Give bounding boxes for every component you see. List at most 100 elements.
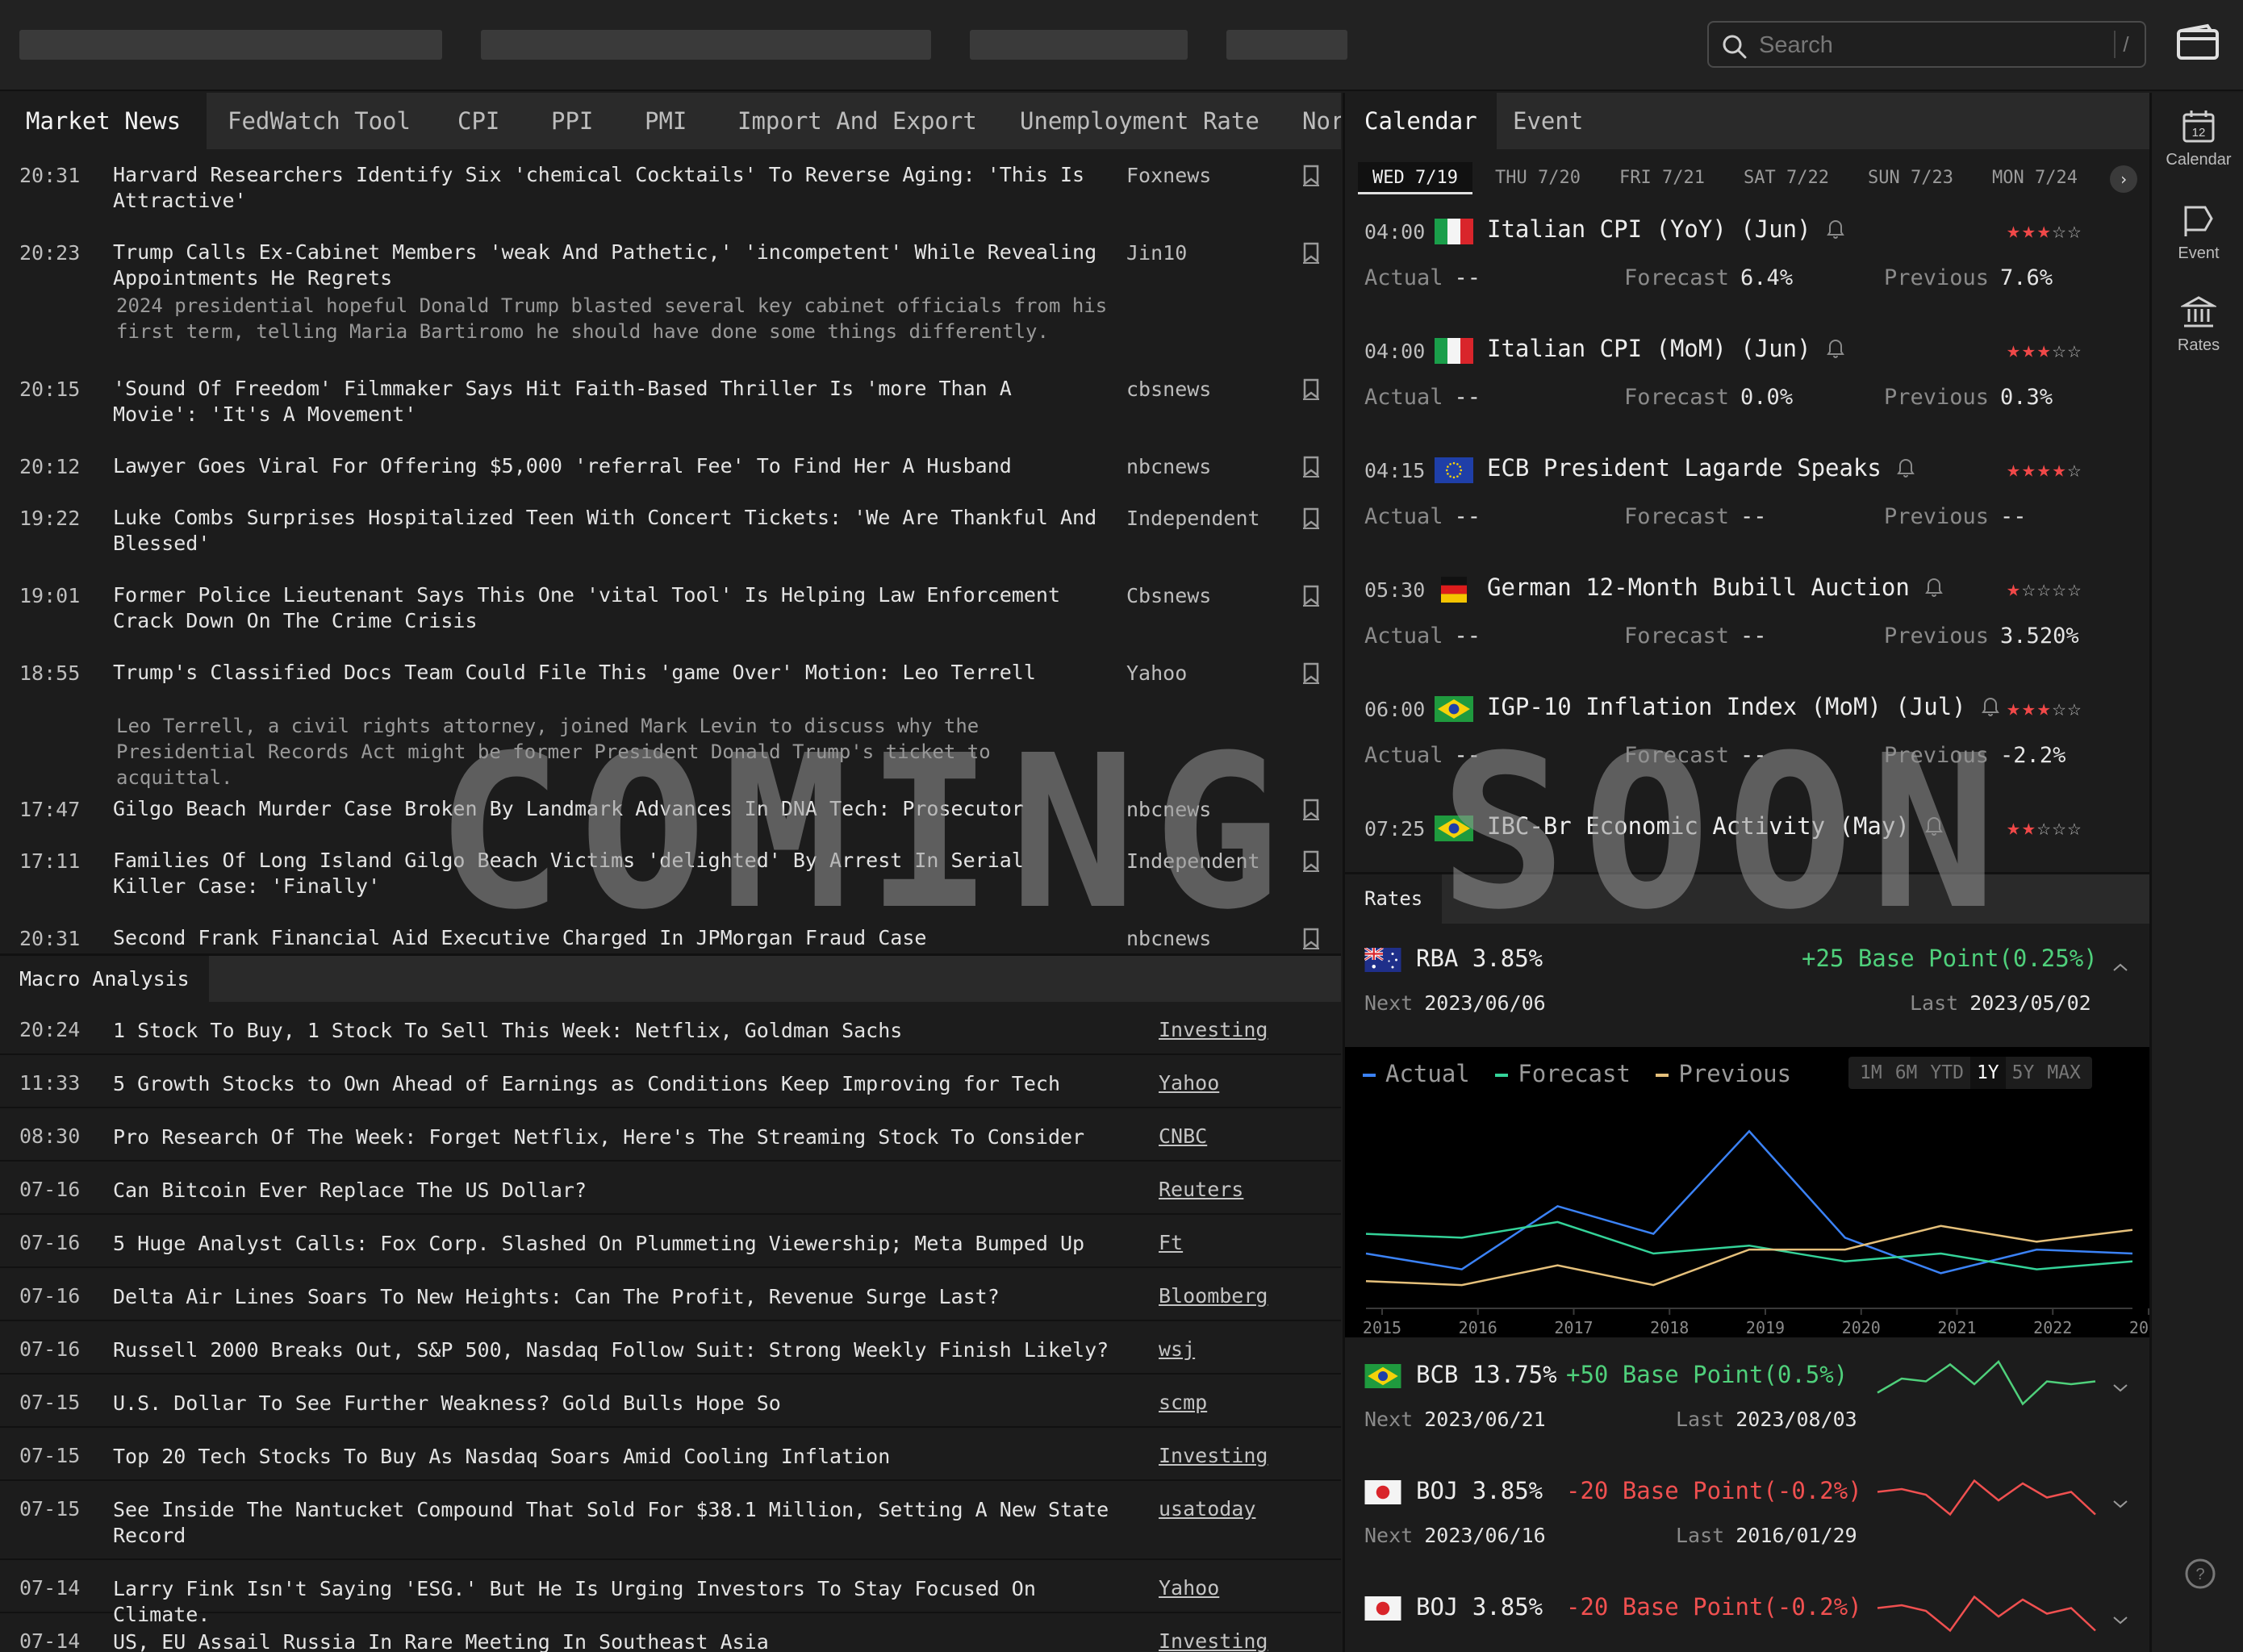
news-title[interactable]: 'Sound Of Freedom' Filmmaker Says Hit Fa…: [113, 376, 1105, 428]
day-tab[interactable]: THU 7/20: [1495, 162, 1581, 194]
macro-source-link[interactable]: Yahoo: [1159, 1071, 1219, 1095]
tab-overflow[interactable]: Nor: [1302, 93, 1341, 149]
bookmark-icon[interactable]: [1302, 849, 1320, 875]
event-name[interactable]: Italian CPI (YoY) (Jun): [1487, 215, 1845, 244]
event-row[interactable]: 04:00 Italian CPI (MoM) (Jun) ★★★☆☆ Actual -…: [1345, 320, 2149, 440]
nav-placeholder-4[interactable]: [1226, 30, 1347, 60]
day-tab[interactable]: FRI 7/21: [1619, 162, 1705, 194]
macro-title[interactable]: Top 20 Tech Stocks To Buy As Nasdaq Soar…: [113, 1444, 1130, 1470]
macro-source-link[interactable]: Investing: [1159, 1018, 1268, 1041]
rate-row[interactable]: BOJ 3.85% -20 Base Point(-0.2%): [1345, 1574, 2149, 1652]
macro-source-link[interactable]: CNBC: [1159, 1124, 1207, 1148]
help-icon[interactable]: ?: [2184, 1558, 2216, 1593]
macro-source-link[interactable]: wsj: [1159, 1337, 1195, 1361]
bookmark-icon[interactable]: [1302, 661, 1320, 687]
macro-title[interactable]: 5 Huge Analyst Calls: Fox Corp. Slashed …: [113, 1231, 1130, 1257]
legend-forecast[interactable]: Forecast: [1495, 1060, 1631, 1087]
rail-event[interactable]: Event: [2152, 202, 2243, 263]
macro-row[interactable]: 07-14 US, EU Assail Russia In Rare Meetin…: [0, 1613, 1341, 1652]
macro-row[interactable]: 11:33 5 Growth Stocks to Own Ahead of Ear…: [0, 1055, 1341, 1108]
nav-placeholder-1[interactable]: [19, 30, 442, 60]
macro-row[interactable]: 07-15 U.S. Dollar To See Further Weakness…: [0, 1375, 1341, 1428]
rail-calendar[interactable]: 12 Calendar: [2152, 109, 2243, 169]
day-tab[interactable]: SUN 7/23: [1868, 162, 1953, 194]
bookmark-icon[interactable]: [1302, 507, 1320, 532]
period-button[interactable]: 1M: [1853, 1057, 1889, 1089]
news-title[interactable]: Second Frank Financial Aid Executive Cha…: [113, 925, 1105, 951]
bell-icon[interactable]: [1896, 456, 1915, 483]
macro-title[interactable]: Russell 2000 Breaks Out, S&P 500, Nasdaq…: [113, 1337, 1130, 1363]
search-input[interactable]: [1759, 29, 2082, 61]
chevron-down-icon[interactable]: [2111, 1382, 2129, 1397]
macro-title[interactable]: 1 Stock To Buy, 1 Stock To Sell This Wee…: [113, 1018, 1130, 1044]
macro-row[interactable]: 07-15 Top 20 Tech Stocks To Buy As Nasdaq…: [0, 1428, 1341, 1481]
macro-title[interactable]: Delta Air Lines Soars To New Heights: Ca…: [113, 1284, 1130, 1310]
macro-row[interactable]: 08:30 Pro Research Of The Week: Forget Ne…: [0, 1108, 1341, 1162]
chevron-down-icon[interactable]: [2111, 1614, 2129, 1629]
bookmark-icon[interactable]: [1302, 927, 1320, 953]
macro-source-link[interactable]: Investing: [1159, 1629, 1268, 1652]
chevron-up-icon[interactable]: [2111, 961, 2129, 976]
bookmark-icon[interactable]: [1302, 378, 1320, 403]
macro-row[interactable]: 07-16 Russell 2000 Breaks Out, S&P 500, N…: [0, 1321, 1341, 1375]
event-name[interactable]: German 12-Month Bubill Auction: [1487, 574, 1944, 603]
tab-market-news[interactable]: Market News: [0, 93, 207, 149]
tab-unemployment-rate[interactable]: Unemployment Rate: [1020, 93, 1259, 149]
macro-analysis-title[interactable]: Macro Analysis: [0, 956, 209, 1002]
rate-row[interactable]: BCB 13.75% +50 Base Point(0.5%) Next 2023/0…: [1345, 1341, 2149, 1458]
chevron-right-icon[interactable]: ›: [2110, 165, 2137, 193]
macro-row[interactable]: 07-16 5 Huge Analyst Calls: Fox Corp. Sla…: [0, 1215, 1341, 1268]
period-button[interactable]: 1Y: [1969, 1057, 2006, 1089]
event-row[interactable]: 04:15 ECB President Lagarde Speaks ★★★★☆ Ac…: [1345, 440, 2149, 559]
bookmark-icon[interactable]: [1302, 164, 1320, 190]
news-title[interactable]: Trump Calls Ex-Cabinet Members 'weak And…: [113, 240, 1105, 291]
event-row[interactable]: 06:00 IGP-10 Inflation Index (MoM) (Jul) ★…: [1345, 678, 2149, 798]
tab-import-export[interactable]: Import And Export: [737, 93, 977, 149]
macro-source-link[interactable]: Yahoo: [1159, 1576, 1219, 1600]
macro-source-link[interactable]: usatoday: [1159, 1497, 1255, 1521]
news-title[interactable]: Trump's Classified Docs Team Could File …: [113, 660, 1105, 686]
legend-previous[interactable]: Previous: [1656, 1060, 1791, 1087]
event-row[interactable]: 05:30 German 12-Month Bubill Auction ★☆☆☆☆…: [1345, 559, 2149, 678]
news-title[interactable]: Luke Combs Surprises Hospitalized Teen W…: [113, 505, 1105, 557]
rate-row[interactable]: RBA 3.85% +25 Base Point(0.25%) Next 2023/0…: [1345, 925, 2149, 1046]
macro-row[interactable]: 07-16 Can Bitcoin Ever Replace The US Dol…: [0, 1162, 1341, 1215]
day-tab[interactable]: SAT 7/22: [1744, 162, 1829, 194]
rail-rates[interactable]: Rates: [2152, 294, 2243, 355]
search-box[interactable]: /: [1707, 21, 2146, 68]
macro-source-link[interactable]: Reuters: [1159, 1178, 1243, 1201]
news-title[interactable]: Gilgo Beach Murder Case Broken By Landma…: [113, 796, 1105, 822]
macro-source-link[interactable]: Bloomberg: [1159, 1284, 1268, 1308]
event-name[interactable]: IBC-Br Economic Activity (May): [1487, 812, 1944, 841]
macro-title[interactable]: See Inside The Nantucket Compound That S…: [113, 1497, 1130, 1549]
bell-icon[interactable]: [1924, 575, 1944, 603]
macro-title[interactable]: Can Bitcoin Ever Replace The US Dollar?: [113, 1178, 1130, 1204]
day-tab[interactable]: MON 7/24: [1992, 162, 2078, 194]
tab-event[interactable]: Event: [1513, 93, 1583, 149]
tab-calendar[interactable]: Calendar: [1345, 93, 1497, 149]
macro-title[interactable]: 5 Growth Stocks to Own Ahead of Earnings…: [113, 1071, 1130, 1097]
bookmark-icon[interactable]: [1302, 455, 1320, 481]
period-button[interactable]: MAX: [2040, 1057, 2087, 1089]
event-name[interactable]: IGP-10 Inflation Index (MoM) (Jul): [1487, 693, 2000, 722]
chevron-down-icon[interactable]: [2111, 1498, 2129, 1513]
bell-icon[interactable]: [1981, 695, 2000, 722]
macro-title[interactable]: U.S. Dollar To See Further Weakness? Gol…: [113, 1391, 1130, 1416]
rate-row[interactable]: BOJ 3.85% -20 Base Point(-0.2%) Next 2023/0…: [1345, 1458, 2149, 1574]
event-name[interactable]: ECB President Lagarde Speaks: [1487, 454, 1915, 483]
macro-row[interactable]: 07-15 See Inside The Nantucket Compound T…: [0, 1481, 1341, 1560]
news-title[interactable]: Families Of Long Island Gilgo Beach Vict…: [113, 848, 1105, 899]
macro-source-link[interactable]: Investing: [1159, 1444, 1268, 1467]
macro-row[interactable]: 20:24 1 Stock To Buy, 1 Stock To Sell Thi…: [0, 1002, 1341, 1055]
event-name[interactable]: Italian CPI (MoM) (Jun): [1487, 335, 1845, 364]
news-title[interactable]: Harvard Researchers Identify Six 'chemic…: [113, 162, 1105, 214]
wallet-icon[interactable]: [2175, 23, 2220, 66]
news-title[interactable]: Lawyer Goes Viral For Offering $5,000 'r…: [113, 453, 1105, 479]
macro-row[interactable]: 07-14 Larry Fink Isn't Saying 'ESG.' But …: [0, 1560, 1341, 1626]
news-title[interactable]: Former Police Lieutenant Says This One '…: [113, 582, 1105, 634]
period-button[interactable]: 6M: [1889, 1057, 1924, 1089]
bell-icon[interactable]: [1826, 217, 1845, 244]
tab-ppi[interactable]: PPI: [551, 93, 593, 149]
macro-row[interactable]: 07-16 Delta Air Lines Soars To New Height…: [0, 1268, 1341, 1321]
rates-title[interactable]: Rates: [1345, 874, 1442, 924]
